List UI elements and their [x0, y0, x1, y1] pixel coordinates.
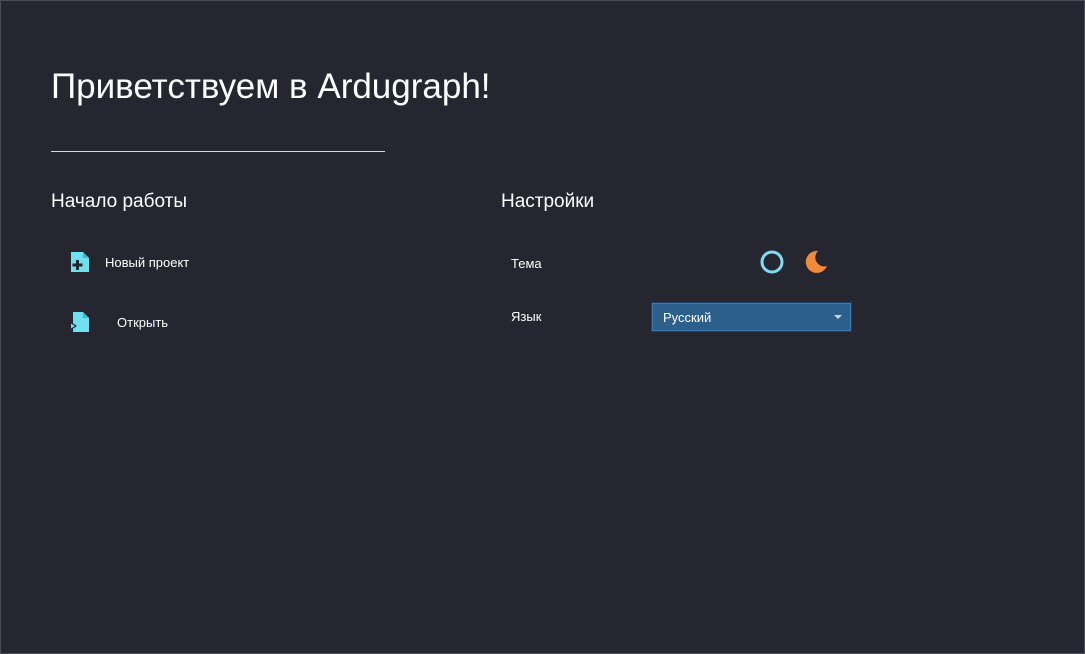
light-theme-button[interactable]: [758, 248, 786, 276]
theme-label: Тема: [511, 256, 542, 271]
dark-theme-button[interactable]: [801, 248, 829, 276]
language-select[interactable]: Русский: [651, 302, 852, 332]
page-title: Приветствуем в Ardugraph!: [51, 67, 491, 106]
new-project-button[interactable]: Новый проект: [69, 250, 219, 274]
new-project-label: Новый проект: [105, 254, 190, 270]
title-divider: [51, 151, 385, 152]
start-section-heading: Начало работы: [51, 191, 188, 212]
new-file-icon: [69, 250, 91, 274]
language-selected-value: Русский: [663, 310, 712, 325]
language-label: Язык: [511, 309, 542, 324]
open-label: Открыть: [117, 314, 169, 330]
settings-section-heading: Настройки: [501, 191, 595, 212]
dark-theme-icon: [805, 250, 827, 273]
light-theme-icon: [760, 250, 784, 274]
chevron-down-icon: [834, 315, 842, 319]
welcome-window: Приветствуем в Ardugraph! Начало работы …: [0, 0, 1085, 654]
open-button[interactable]: Открыть: [69, 310, 219, 334]
open-file-icon: [69, 310, 91, 334]
